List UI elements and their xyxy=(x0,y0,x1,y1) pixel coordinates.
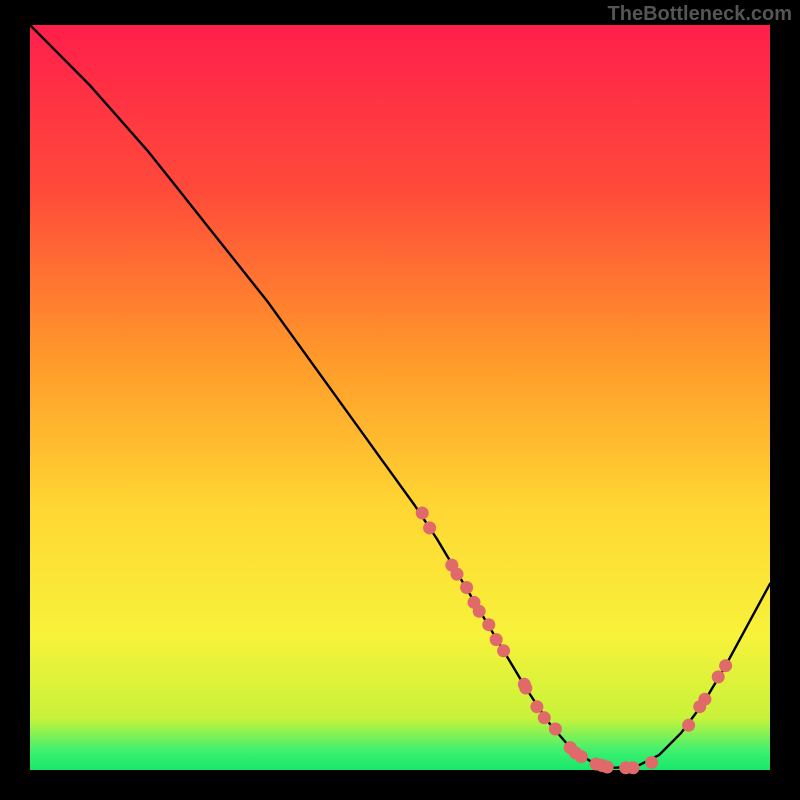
data-point xyxy=(423,521,436,534)
data-point xyxy=(645,756,658,769)
data-point xyxy=(490,633,503,646)
data-point xyxy=(538,711,551,724)
data-point xyxy=(601,761,614,774)
data-point xyxy=(575,750,588,763)
bottleneck-chart xyxy=(0,0,800,800)
data-point xyxy=(519,682,532,695)
data-point xyxy=(627,761,640,774)
data-point xyxy=(549,723,562,736)
data-point xyxy=(719,659,732,672)
data-point xyxy=(712,670,725,683)
data-point xyxy=(530,700,543,713)
data-point xyxy=(497,644,510,657)
data-point xyxy=(451,568,464,581)
data-point xyxy=(698,693,711,706)
chart-container: TheBottleneck.com xyxy=(0,0,800,800)
watermark-text: TheBottleneck.com xyxy=(608,3,792,26)
data-point xyxy=(416,507,429,520)
data-point xyxy=(473,605,486,618)
data-point xyxy=(460,581,473,594)
plot-background xyxy=(30,25,770,770)
data-point xyxy=(682,719,695,732)
data-point xyxy=(482,618,495,631)
